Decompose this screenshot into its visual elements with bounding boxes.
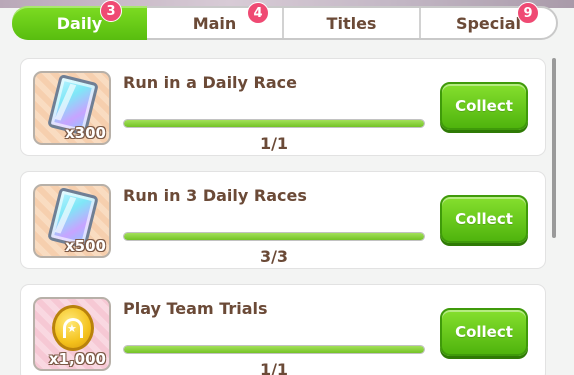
- collect-button[interactable]: Collect: [440, 82, 528, 130]
- tab-special-label: Special: [455, 13, 522, 33]
- horseshoe-icon: [63, 318, 83, 338]
- progress-text: 1/1: [259, 360, 289, 375]
- mission-card: x500 Run in 3 Daily Races 3/3 Collect: [20, 171, 546, 269]
- collect-button[interactable]: Collect: [440, 308, 528, 356]
- tab-main[interactable]: Main 4: [147, 2, 282, 38]
- mission-title: Run in a Daily Race: [123, 73, 297, 92]
- collect-button[interactable]: Collect: [440, 195, 528, 243]
- progress-bar: [123, 345, 425, 354]
- tab-titles-label: Titles: [326, 13, 377, 33]
- mission-card: x1,000 Play Team Trials 1/1 Collect: [20, 284, 546, 375]
- progress-fill: [124, 346, 424, 353]
- tab-daily-badge: 3: [100, 0, 122, 22]
- mission-list[interactable]: x300 Run in a Daily Race 1/1 Collect x50…: [0, 46, 574, 375]
- reward-slot: x1,000: [33, 297, 111, 371]
- progress-text: 3/3: [259, 247, 289, 266]
- tab-daily[interactable]: Daily 3: [12, 0, 147, 40]
- reward-slot: x500: [33, 184, 111, 258]
- mission-title: Play Team Trials: [123, 299, 268, 318]
- tab-main-label: Main: [192, 13, 237, 33]
- tab-special[interactable]: Special 9: [419, 2, 556, 38]
- tab-daily-label: Daily: [56, 13, 103, 33]
- progress-text: 1/1: [259, 134, 289, 153]
- mission-card: x300 Run in a Daily Race 1/1 Collect: [20, 58, 546, 156]
- progress-bar: [123, 232, 425, 241]
- reward-quantity: x300: [65, 124, 106, 142]
- reward-quantity: x1,000: [48, 350, 106, 368]
- reward-slot: x300: [33, 71, 111, 145]
- progress-fill: [124, 233, 424, 240]
- progress-bar: [123, 119, 425, 128]
- tab-special-badge: 9: [517, 2, 539, 24]
- tab-main-badge: 4: [247, 2, 269, 24]
- mission-tabs: Daily 3 Main 4 Titles Special 9: [12, 0, 558, 40]
- reward-quantity: x500: [65, 237, 106, 255]
- mission-title: Run in 3 Daily Races: [123, 186, 307, 205]
- scrollbar[interactable]: [552, 58, 556, 238]
- progress-fill: [124, 120, 424, 127]
- tab-titles[interactable]: Titles: [282, 8, 419, 38]
- gold-coin-icon: [52, 305, 94, 351]
